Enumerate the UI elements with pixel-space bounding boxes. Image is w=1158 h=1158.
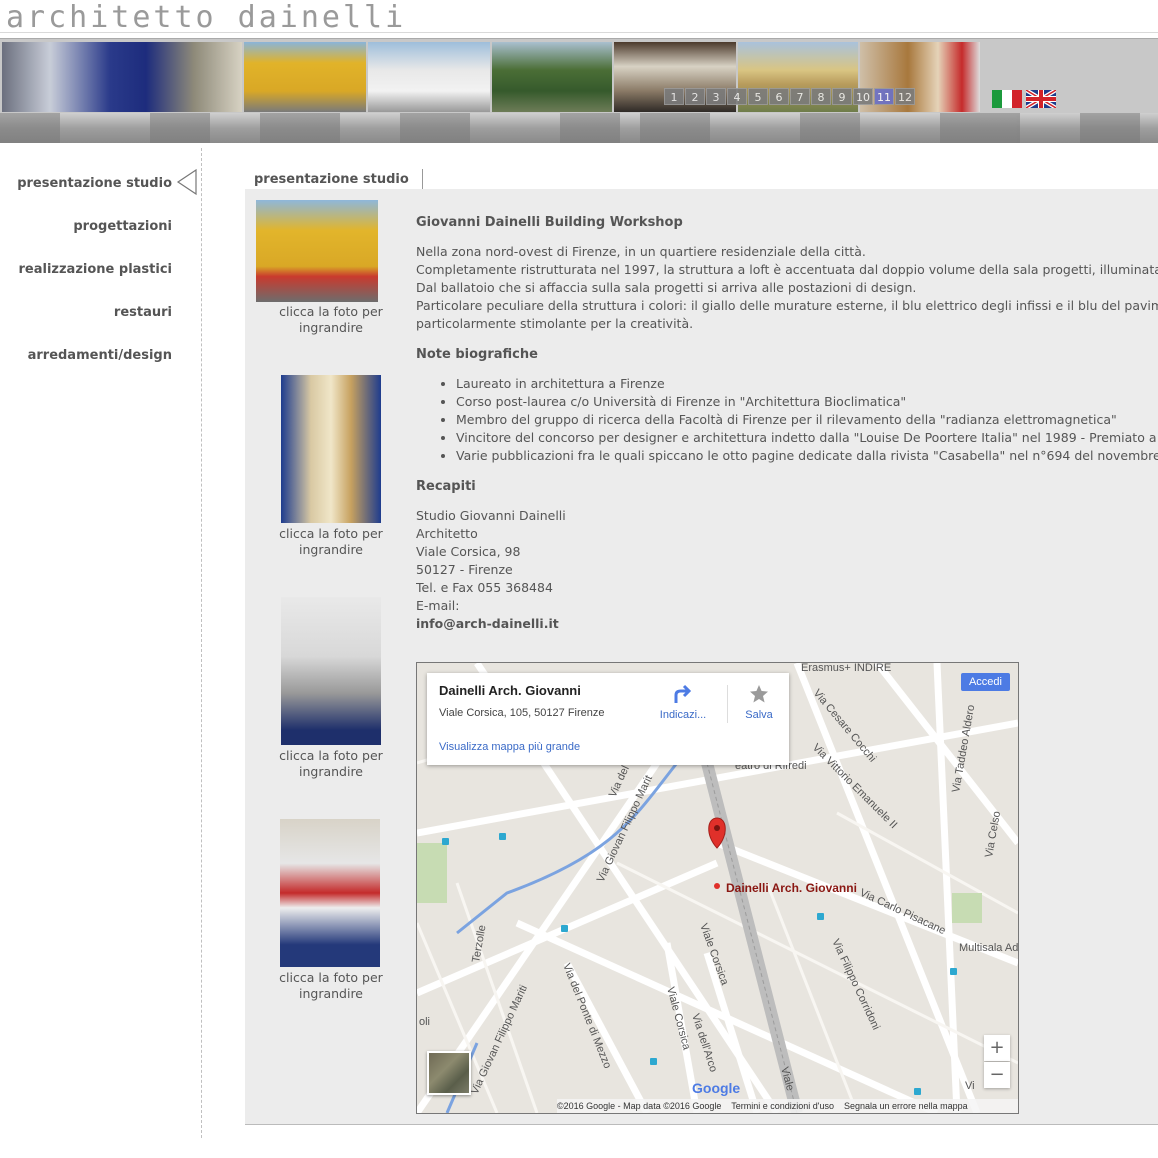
presentation-text: Giovanni Dainelli Building Workshop Nell…: [416, 214, 1158, 633]
map-footer: ©2016 Google - Map data ©2016 Google Ter…: [557, 1099, 1018, 1113]
site-logo[interactable]: architetto dainelli: [6, 0, 406, 36]
place-name: Dainelli Arch. Giovanni: [439, 683, 581, 698]
page-1-button[interactable]: 1: [664, 88, 684, 105]
save-button[interactable]: Salva: [737, 683, 781, 721]
directions-label: Indicazi...: [659, 709, 707, 721]
thumbnail-caption: clicca la foto per ingrandire: [279, 304, 383, 335]
studio-title: Giovanni Dainelli Building Workshop: [416, 215, 683, 230]
satellite-toggle[interactable]: [427, 1051, 471, 1095]
sidebar-item-presentazione-studio[interactable]: presentazione studio: [17, 176, 172, 191]
sidebar-item-progettazioni[interactable]: progettazioni: [73, 219, 172, 234]
contact-line: Viale Corsica, 98: [416, 544, 521, 559]
zoom-in-button[interactable]: +: [984, 1035, 1010, 1061]
map-terms-link[interactable]: Termini e condizioni d'uso: [731, 1101, 834, 1111]
intro-line: particolarmente stimolante per la creati…: [416, 316, 694, 331]
map-card-divider: [727, 685, 728, 723]
place-info-card: Dainelli Arch. Giovanni Viale Corsica, 1…: [427, 673, 789, 765]
intro-line: Completamente ristrutturata nel 1997, la…: [416, 262, 1158, 277]
intro-line: Particolare peculiare della struttura i …: [416, 298, 1158, 313]
page-11-button[interactable]: 11: [874, 88, 894, 105]
contact-line: E-mail:: [416, 598, 460, 613]
sidebar-item-restauri[interactable]: restauri: [114, 305, 172, 320]
page-2-button[interactable]: 2: [685, 88, 705, 105]
directions-icon: [674, 684, 692, 703]
header-photo-garden: [492, 42, 612, 112]
bio-item: Membro del gruppo di ricerca della Facol…: [456, 411, 1158, 429]
contacts-heading: Recapiti: [416, 479, 476, 494]
page-title-tab: presentazione studio: [246, 169, 423, 189]
header-photo-strip: [0, 38, 1158, 114]
thumbnail-office[interactable]: [281, 597, 381, 745]
thumbnail-yellow-building[interactable]: [256, 200, 378, 302]
page-3-button[interactable]: 3: [706, 88, 726, 105]
contact-line: 50127 - Firenze: [416, 562, 513, 577]
star-icon: [750, 685, 768, 703]
texture-decoration: [0, 113, 1140, 143]
bio-item: Varie pubblicazioni fra le quali spiccan…: [456, 447, 1158, 465]
directions-button[interactable]: Indicazi...: [655, 683, 711, 721]
map-report-link[interactable]: Segnala un errore nella mappa: [844, 1101, 968, 1111]
bio-list: Laureato in architettura a Firenze Corso…: [416, 375, 1158, 465]
page-7-button[interactable]: 7: [790, 88, 810, 105]
google-map[interactable]: Erasmus+ INDIRE Via Cesare Cocchi Via Ta…: [416, 662, 1019, 1114]
intro-line: Nella zona nord-ovest di Firenze, in un …: [416, 244, 866, 259]
thumbnail-design-room[interactable]: [280, 819, 380, 967]
contact-line: Architetto: [416, 526, 478, 541]
place-address: Viale Corsica, 105, 50127 Firenze: [439, 707, 605, 719]
page-5-button[interactable]: 5: [748, 88, 768, 105]
uk-flag-icon[interactable]: [1026, 90, 1056, 108]
thumbnail-corridor[interactable]: [281, 375, 381, 523]
page-4-button[interactable]: 4: [727, 88, 747, 105]
map-copyright: ©2016 Google - Map data ©2016 Google: [557, 1101, 722, 1111]
map-marker-label: Dainelli Arch. Giovanni: [726, 881, 857, 895]
page-10-button[interactable]: 10: [853, 88, 873, 105]
zoom-out-button[interactable]: −: [984, 1062, 1010, 1088]
page-8-button[interactable]: 8: [811, 88, 831, 105]
sidebar-divider: [201, 148, 202, 1138]
page-9-button[interactable]: 9: [832, 88, 852, 105]
bio-heading: Note biografiche: [416, 347, 538, 362]
larger-map-link[interactable]: Visualizza mappa più grande: [439, 741, 580, 753]
top-divider: [0, 32, 1158, 33]
page-6-button[interactable]: 6: [769, 88, 789, 105]
contact-line: Studio Giovanni Dainelli: [416, 508, 566, 523]
header-photo-interior: [2, 42, 242, 112]
italian-flag-icon[interactable]: [992, 90, 1022, 108]
map-street-label: Erasmus+ INDIRE: [801, 663, 891, 674]
map-street-label: Vi: [965, 1080, 975, 1092]
bio-item: Laureato in architettura a Firenze: [456, 375, 1158, 393]
active-item-triangle-icon: [176, 168, 197, 196]
bio-item: Corso post-laurea c/o Università di Fire…: [456, 393, 1158, 411]
thumbnail-caption: clicca la foto per ingrandire: [279, 748, 383, 779]
thumbnail-caption: clicca la foto per ingrandire: [279, 970, 383, 1001]
email-link[interactable]: info@arch-dainelli.it: [416, 615, 1158, 633]
header-photo-white-building: [368, 42, 490, 112]
page-12-button[interactable]: 12: [895, 88, 915, 105]
save-label: Salva: [745, 709, 773, 721]
thumbnail-caption: clicca la foto per ingrandire: [279, 526, 383, 557]
bio-item: Vincitore del concorso per designer e ar…: [456, 429, 1158, 447]
header-photo-yellow-building: [244, 42, 366, 112]
sign-in-button[interactable]: Accedi: [960, 673, 1010, 691]
sidebar-item-arredamenti-design[interactable]: arredamenti/design: [28, 348, 172, 363]
header-grey-texture-strip: [0, 113, 1158, 143]
sidebar-item-realizzazione-plastici[interactable]: realizzazione plastici: [19, 262, 172, 277]
map-street-label: Multisala Ad: [959, 942, 1018, 954]
google-logo: Google: [692, 1080, 740, 1096]
map-street-label: oli: [419, 1016, 430, 1028]
slideshow-page-numbers: 1 2 3 4 5 6 7 8 9 10 11 12: [664, 88, 915, 105]
contact-line: Tel. e Fax 055 368484: [416, 580, 553, 595]
intro-line: Dal ballatoio che si affaccia sulla sala…: [416, 280, 917, 295]
